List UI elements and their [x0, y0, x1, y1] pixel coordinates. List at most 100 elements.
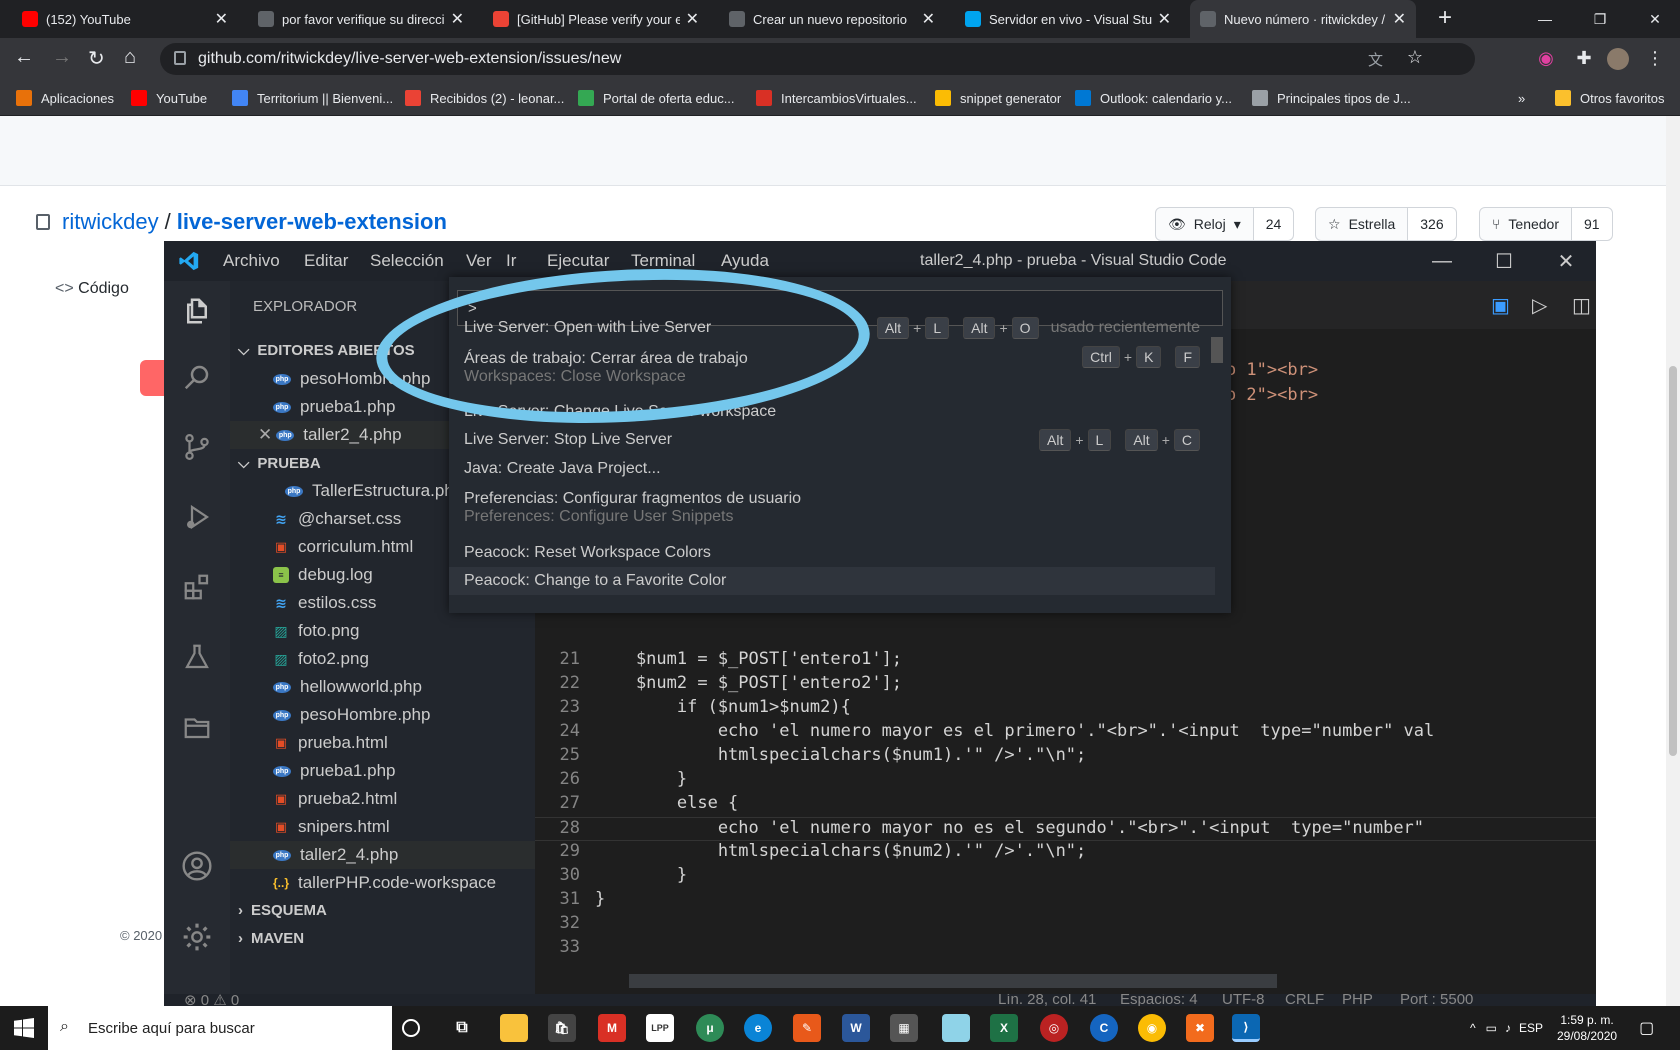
bookmark-item[interactable]: YouTube: [131, 80, 207, 116]
new-tab-button[interactable]: +: [1438, 4, 1452, 32]
lpp-app-icon[interactable]: LPP: [646, 1014, 674, 1042]
source-control-icon[interactable]: [164, 417, 230, 477]
file-tree-item[interactable]: ▨ foto2.png: [230, 645, 535, 673]
extensions-puzzle-icon[interactable]: ✚: [1573, 48, 1595, 70]
notes-app-icon[interactable]: [942, 1014, 970, 1042]
settings-gear-icon[interactable]: [164, 907, 230, 967]
code-line[interactable]: 23 if ($num1>$num2){: [535, 697, 1596, 721]
task-view-icon[interactable]: ⧉: [448, 1014, 476, 1042]
bookmark-item[interactable]: Aplicaciones: [16, 80, 114, 116]
run-file-icon[interactable]: ▷: [1532, 293, 1547, 318]
vscode-app-icon[interactable]: ⟩: [1232, 1014, 1260, 1042]
tab-close-icon[interactable]: ✕: [1393, 9, 1406, 29]
profile-avatar[interactable]: [1607, 48, 1629, 70]
browser-tab[interactable]: Crear un nuevo repositorio ✕: [719, 0, 945, 38]
close-icon[interactable]: ✕: [258, 425, 272, 445]
command-palette-item[interactable]: Java: Create Java Project...: [449, 455, 1215, 483]
input-language[interactable]: ESP: [1519, 1021, 1543, 1035]
command-palette-item[interactable]: Peacock: Change to a Favorite Color: [449, 567, 1215, 595]
menu-item[interactable]: Selección: [370, 241, 444, 281]
command-palette-item[interactable]: Live Server: Open with Live Server Alt + L A…: [449, 314, 1215, 342]
code-line[interactable]: 24 echo 'el numero mayor es el primero'.…: [535, 721, 1596, 745]
back-icon[interactable]: ←: [14, 46, 34, 69]
chrome-menu-icon[interactable]: ⋮: [1644, 48, 1666, 70]
editor-horizontal-scrollbar[interactable]: [629, 974, 1277, 988]
code-line[interactable]: 22 $num2 = $_POST['entero2'];: [535, 673, 1596, 697]
xampp-app-icon[interactable]: ✖: [1186, 1014, 1214, 1042]
command-palette-item[interactable]: Live Server: Stop Live Server Alt + L Alt + C: [449, 426, 1215, 454]
clock[interactable]: 1:59 p. m. 29/08/2020: [1557, 1012, 1617, 1044]
browser-tab[interactable]: (152) YouTube ✕: [12, 0, 238, 38]
star-count[interactable]: 326: [1407, 208, 1456, 240]
code-line[interactable]: 30 }: [535, 865, 1596, 889]
star-bookmark-icon[interactable]: ☆: [1407, 47, 1423, 68]
address-bar[interactable]: github.com/ritwickdey/live-server-web-ex…: [160, 43, 1475, 75]
edge-app-icon[interactable]: e: [744, 1014, 772, 1042]
menu-item[interactable]: Terminal: [631, 241, 695, 281]
command-palette-item[interactable]: Preferencias: Configurar fragmentos de u…: [449, 483, 1215, 533]
fork-count[interactable]: 91: [1571, 208, 1612, 240]
watch-button[interactable]: 👁 Reloj ▾ 24: [1155, 207, 1295, 241]
go-live-icon[interactable]: ▣: [1491, 293, 1510, 318]
tab-close-icon[interactable]: ✕: [686, 9, 699, 29]
vscode-minimize-icon[interactable]: —: [1412, 241, 1472, 281]
command-palette-item[interactable]: Live Server: Change Live Server workspac…: [449, 398, 1215, 426]
run-debug-icon[interactable]: [164, 487, 230, 547]
file-tree-item[interactable]: ▣ prueba2.html: [230, 785, 535, 813]
browser-tab[interactable]: por favor verifique su direcció ✕: [248, 0, 474, 38]
cortana-icon[interactable]: [402, 1019, 420, 1037]
file-tree-item[interactable]: php pesoHombre.php: [230, 701, 535, 729]
bookmark-item[interactable]: Outlook: calendario y...: [1075, 80, 1232, 116]
word-app-icon[interactable]: W: [842, 1014, 870, 1042]
menu-item[interactable]: Ir: [506, 241, 516, 281]
bookmark-item[interactable]: Principales tipos de J...: [1252, 80, 1411, 116]
palette-scrollbar[interactable]: [1211, 337, 1223, 363]
vscode-close-icon[interactable]: ✕: [1536, 241, 1596, 281]
home-icon[interactable]: ⌂: [124, 46, 136, 69]
network-icon[interactable]: ▭: [1486, 1021, 1497, 1035]
browser-tab[interactable]: Nuevo número · ritwickdey / li ✕: [1190, 0, 1416, 38]
volume-icon[interactable]: ♪: [1505, 1021, 1511, 1035]
split-editor-icon[interactable]: ◫: [1572, 293, 1591, 318]
code-line[interactable]: 31}: [535, 889, 1596, 913]
minimize-icon[interactable]: —: [1520, 0, 1570, 38]
windows-start-icon[interactable]: [14, 1018, 34, 1038]
testing-flask-icon[interactable]: [164, 627, 230, 687]
file-tree-item[interactable]: php taller2_4.php: [230, 841, 535, 869]
taskbar-search[interactable]: ⌕ Escribe aquí para buscar: [48, 1006, 392, 1050]
accounts-icon[interactable]: [164, 836, 230, 896]
tab-close-icon[interactable]: ✕: [451, 9, 464, 29]
forward-icon[interactable]: →: [52, 46, 72, 69]
restore-icon[interactable]: ❐: [1575, 0, 1625, 38]
code-line[interactable]: 27 else {: [535, 793, 1596, 817]
menu-item[interactable]: Ejecutar: [547, 241, 609, 281]
tray-up-icon[interactable]: ^: [1470, 1021, 1476, 1035]
menu-item[interactable]: Ayuda: [721, 241, 769, 281]
gmail-app-icon[interactable]: M: [598, 1014, 626, 1042]
explorer-icon[interactable]: [164, 281, 230, 341]
c-app-icon[interactable]: C: [1090, 1014, 1118, 1042]
bookmark-item[interactable]: Recibidos (2) - leonar...: [405, 80, 564, 116]
file-tree-item[interactable]: ▣ snipers.html: [230, 813, 535, 841]
tab-close-icon[interactable]: ✕: [215, 9, 228, 29]
section-outline[interactable]: › ESQUEMA: [230, 896, 535, 924]
code-line[interactable]: 33: [535, 937, 1596, 961]
tab-code[interactable]: <> Código: [55, 280, 129, 298]
paint-app-icon[interactable]: ✎: [793, 1014, 821, 1042]
bookmark-item[interactable]: Portal de oferta educ...: [578, 80, 735, 116]
antivirus-app-icon[interactable]: ◎: [1040, 1014, 1068, 1042]
code-line[interactable]: 25 htmlspecialchars($num1).'" />'."\n";: [535, 745, 1596, 769]
code-line[interactable]: 26 }: [535, 769, 1596, 793]
code-line[interactable]: 32: [535, 913, 1596, 937]
code-line[interactable]: 28 echo 'el numero mayor no es el segund…: [535, 817, 1596, 841]
close-window-icon[interactable]: ✕: [1630, 0, 1680, 38]
menu-item[interactable]: Editar: [304, 241, 348, 281]
reload-icon[interactable]: ↻: [88, 46, 105, 71]
star-button[interactable]: ☆ Estrella 326: [1315, 207, 1457, 241]
utorrent-app-icon[interactable]: μ: [696, 1014, 724, 1042]
bookmark-item[interactable]: IntercambiosVirtuales...: [756, 80, 917, 116]
watch-count[interactable]: 24: [1252, 208, 1294, 240]
bookmark-item[interactable]: Territorium || Bienveni...: [232, 80, 393, 116]
browser-tab[interactable]: Servidor en vivo - Visual Studi ✕: [955, 0, 1181, 38]
store-app-icon[interactable]: 🛍: [548, 1014, 576, 1042]
